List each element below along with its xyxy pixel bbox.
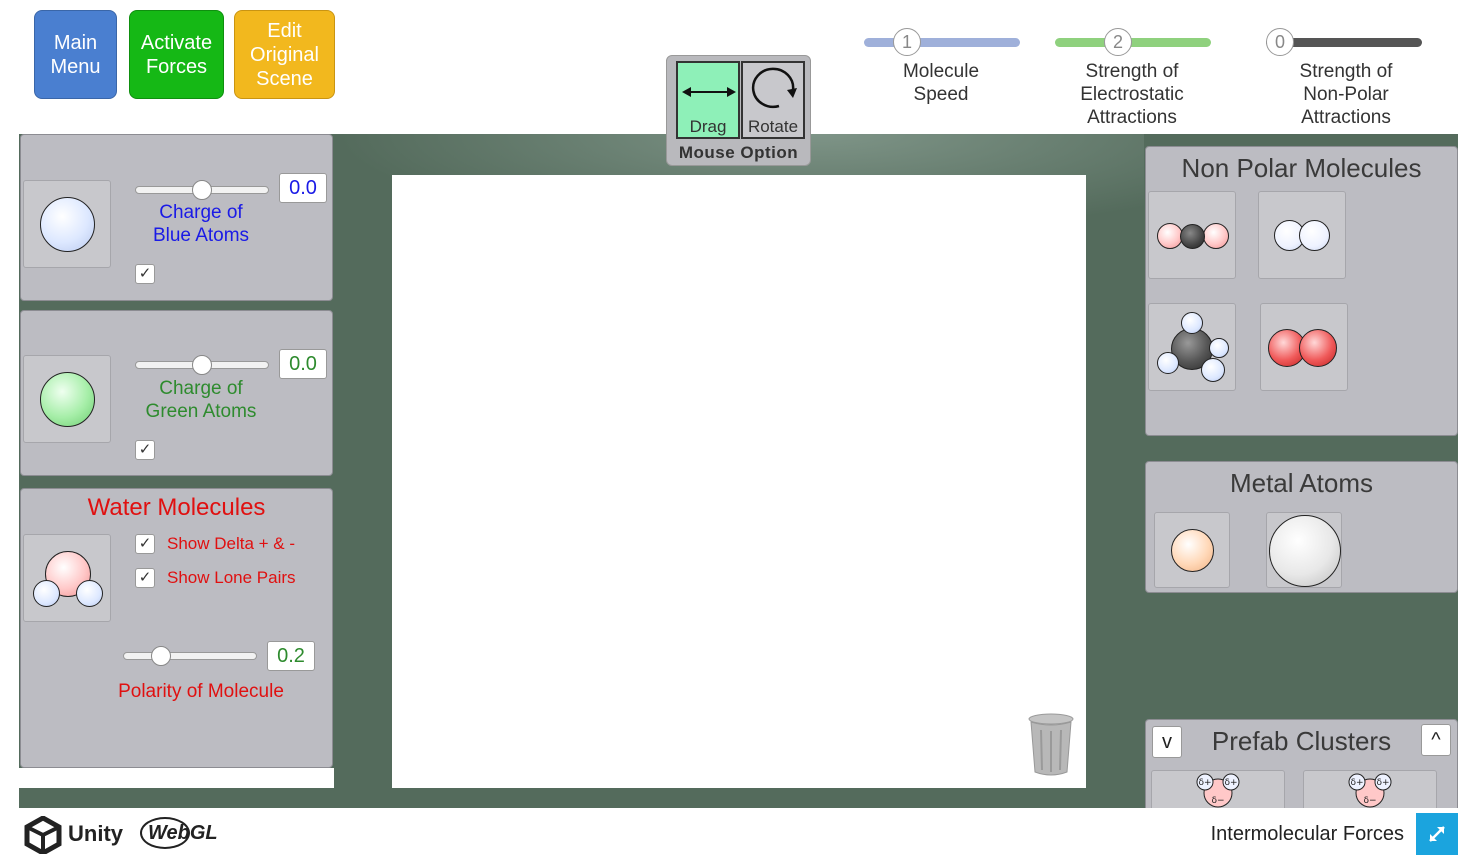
water-panel-title: Water Molecules [87, 494, 266, 521]
water-molecule-tile[interactable] [23, 534, 111, 622]
activate-forces-label: Activate Forces [140, 31, 213, 78]
polarity-value[interactable]: 0.2 [267, 641, 315, 671]
webgl-wordmark: WebGL [148, 822, 218, 844]
unity-logo-icon [24, 815, 62, 856]
nonpolar-strength-label: Strength of Non-Polar Attractions [1299, 61, 1393, 128]
green-charge-checkbox[interactable]: ✓ [135, 440, 155, 460]
hydrogen-atom [1209, 338, 1229, 358]
polarity-label: Polarity of Molecule [118, 681, 284, 702]
show-lone-pairs-checkbox[interactable]: ✓ [135, 568, 155, 588]
drag-label: Drag [689, 117, 727, 136]
hydrogen-atom-right [76, 580, 103, 607]
main-menu-button[interactable]: Main Menu [34, 10, 117, 99]
blue-charge-label: Charge of Blue Atoms [152, 202, 250, 246]
green-atoms-panel: 0.0 Charge of Green Atoms ✓ [20, 310, 333, 476]
prefab-clusters-panel: v Prefab Clusters ^ δ+ δ+ δ− δ+ δ+ δ− [1145, 719, 1458, 808]
show-delta-label: Show Delta + & - [167, 534, 296, 553]
slider-knob[interactable] [151, 646, 171, 666]
svg-text:δ+: δ+ [1350, 778, 1363, 788]
slider-knob[interactable]: 1 [893, 28, 921, 56]
carbon-atom [1180, 224, 1205, 249]
oxygen-molecule-tile[interactable] [1260, 303, 1348, 391]
unity-wordmark: Unity [68, 821, 123, 846]
hydrogen-atom-left [33, 580, 60, 607]
oxygen-atom [1203, 223, 1229, 249]
svg-text:δ+: δ+ [1224, 778, 1237, 788]
non-polar-title: Non Polar Molecules [1181, 153, 1422, 183]
webgl-logo: WebGL [140, 817, 224, 851]
metal-atom-large-tile[interactable] [1266, 512, 1342, 588]
prefab-clusters-title: Prefab Clusters [1211, 726, 1392, 756]
app-title: Intermolecular Forces [1210, 823, 1404, 845]
edit-original-scene-button[interactable]: Edit Original Scene [234, 10, 335, 99]
green-atom-tile[interactable] [23, 355, 111, 443]
blue-charge-value[interactable]: 0.0 [279, 173, 327, 203]
hydrogen-atom [1157, 352, 1179, 374]
svg-text:δ+: δ+ [1376, 778, 1389, 788]
prefab-cluster-tile[interactable]: δ+ δ+ δ− [1303, 770, 1437, 808]
electrostatic-strength-slider[interactable]: 2 [1055, 28, 1215, 58]
blue-charge-checkbox[interactable]: ✓ [135, 264, 155, 284]
molecule-speed-slider[interactable]: 1 [864, 28, 1024, 58]
rotate-option-button[interactable]: Rotate [741, 61, 805, 139]
fullscreen-button[interactable] [1416, 813, 1458, 855]
metal-atoms-title: Metal Atoms [1229, 468, 1374, 498]
mouse-option-title: Mouse Option [678, 143, 799, 162]
rotate-icon [749, 66, 799, 112]
metal-atom-small [1171, 529, 1214, 572]
slider-knob[interactable]: 0 [1266, 28, 1294, 56]
slider-track [123, 652, 257, 660]
trash-can-icon[interactable] [1026, 712, 1076, 776]
green-charge-value[interactable]: 0.0 [279, 349, 327, 379]
polarity-slider[interactable] [123, 646, 257, 668]
carbon-dioxide-tile[interactable] [1148, 191, 1236, 279]
slider-knob[interactable]: 2 [1104, 28, 1132, 56]
non-polar-molecules-panel: Non Polar Molecules [1145, 146, 1458, 436]
show-lone-pairs-label: Show Lone Pairs [167, 568, 296, 587]
water-delta-icon: δ+ δ+ δ− [1194, 773, 1242, 808]
main-menu-label: Main Menu [50, 31, 101, 78]
water-molecules-panel: Water Molecules ✓ Show Delta + & - ✓ Sho… [20, 488, 333, 768]
blue-atom-ball [40, 197, 95, 252]
rotate-label: Rotate [747, 117, 799, 136]
electrostatic-strength-label: Strength of Electrostatic Attractions [1080, 61, 1184, 128]
slider-track [864, 38, 1020, 47]
metal-atoms-panel: Metal Atoms [1145, 461, 1458, 593]
hydrogen-atom [1201, 358, 1225, 382]
green-charge-slider[interactable] [135, 355, 269, 377]
drag-option-button[interactable]: Drag [676, 61, 740, 139]
svg-text:δ+: δ+ [1198, 778, 1211, 788]
water-delta-icon: δ+ δ+ δ− [1346, 773, 1394, 808]
slider-knob[interactable] [192, 355, 212, 375]
metal-atom-small-tile[interactable] [1154, 512, 1230, 588]
edit-original-scene-label: Edit Original Scene [250, 19, 319, 90]
double-arrow-icon [682, 85, 736, 99]
activate-forces-button[interactable]: Activate Forces [129, 10, 224, 99]
slider-knob[interactable] [192, 180, 212, 200]
blue-atoms-panel: 0.0 Charge of Blue Atoms ✓ [20, 134, 333, 301]
expand-up-button[interactable]: ^ [1421, 724, 1451, 756]
green-atom-ball [40, 372, 95, 427]
svg-text:δ−: δ− [1363, 796, 1376, 806]
blue-atom-tile[interactable] [23, 180, 111, 268]
methane-tile[interactable] [1148, 303, 1236, 391]
show-delta-checkbox[interactable]: ✓ [135, 534, 155, 554]
hydrogen-atom [1299, 220, 1330, 251]
fullscreen-icon [1429, 826, 1445, 842]
metal-atom-large [1269, 515, 1341, 587]
green-charge-label: Charge of Green Atoms [145, 378, 257, 422]
slider-track [1055, 38, 1211, 47]
left-bottom-white [19, 768, 334, 788]
mouse-option-panel: Drag Rotate Mouse Option [666, 55, 811, 166]
blue-charge-slider[interactable] [135, 180, 269, 202]
prefab-cluster-tile[interactable]: δ+ δ+ δ− [1151, 770, 1285, 808]
simulation-canvas[interactable] [392, 175, 1086, 788]
molecule-speed-label: Molecule Speed [902, 61, 980, 105]
hydrogen-molecule-tile[interactable] [1258, 191, 1346, 279]
svg-text:δ−: δ− [1211, 796, 1224, 806]
oxygen-atom [1299, 329, 1337, 367]
hydrogen-atom [1181, 312, 1203, 334]
nonpolar-strength-slider[interactable]: 0 [1266, 28, 1426, 58]
